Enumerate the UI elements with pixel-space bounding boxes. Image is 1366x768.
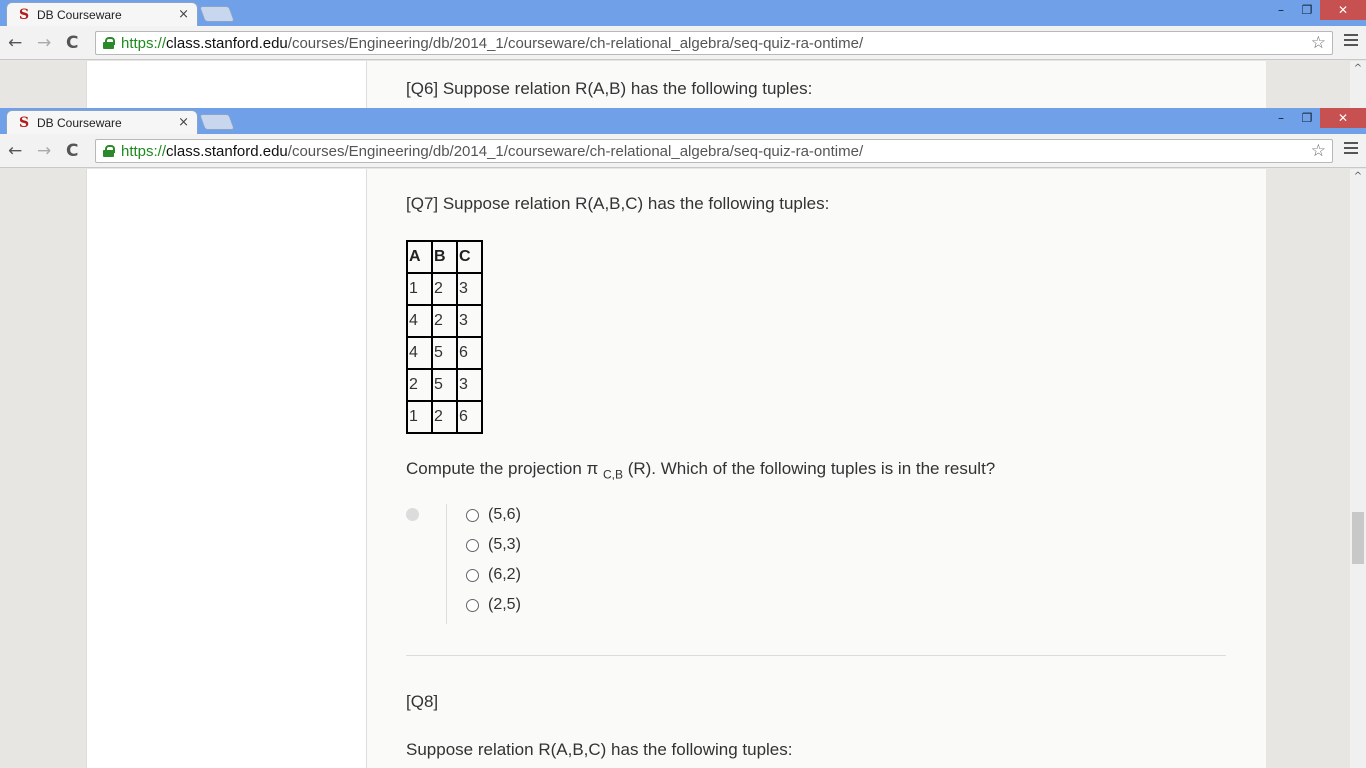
projection-subscript: C,B [602,467,623,482]
option-1[interactable]: (5,6) [466,506,521,524]
stanford-favicon-icon: S [19,114,30,131]
stanford-favicon-icon: S [19,6,30,23]
question-suffix: (R). Which of the following tuples is in… [622,459,996,478]
forward-icon[interactable]: → [37,33,51,53]
projection-question: Compute the projection π C,B (R). Which … [406,459,995,481]
scroll-up-icon[interactable]: ^ [1350,63,1366,74]
relation-table: A B C 1 2 3 4 2 3 4 5 6 2 5 3 1 2 6 [406,240,483,434]
question-separator [406,655,1226,656]
tab-close-icon[interactable]: × [178,115,189,130]
tab-strip: S DB Courseware × – ❐ ✕ [0,0,1366,26]
minimize-button[interactable]: – [1268,108,1294,128]
scroll-up-icon[interactable]: ^ [1350,171,1366,182]
table-row: 1 2 3 [406,272,483,306]
table-cell: 3 [456,272,483,306]
window-controls: – ❐ ✕ [1268,0,1366,20]
browser-window-front: S DB Courseware × – ❐ ✕ ← → C https://cl… [0,108,1366,168]
table-cell: 3 [456,368,483,402]
question-prefix: Compute the projection π [406,459,599,478]
table-row: 2 5 3 [406,368,483,402]
table-cell: 6 [456,336,483,370]
scroll-thumb[interactable] [1352,512,1364,564]
scrollbar-back[interactable]: ^ [1350,61,1366,108]
tab-title: DB Courseware [37,7,122,22]
table-row: 4 5 6 [406,336,483,370]
table-row: 4 2 3 [406,304,483,338]
close-window-button[interactable]: ✕ [1320,0,1366,20]
table-cell: 5 [431,368,458,402]
url-text: https://class.stanford.edu/courses/Engin… [121,142,864,160]
table-header-cell: A [406,240,433,274]
url-text: https://class.stanford.edu/courses/Engin… [121,34,864,52]
close-window-button[interactable]: ✕ [1320,108,1366,128]
table-cell: 1 [406,272,433,306]
option-4[interactable]: (2,5) [466,596,521,614]
radio-button[interactable] [466,538,479,552]
reload-icon[interactable]: C [66,141,78,161]
window-controls: – ❐ ✕ [1268,108,1366,128]
table-cell: 1 [406,400,433,434]
menu-icon[interactable] [1344,34,1358,49]
table-header-cell: C [456,240,483,274]
tab-close-icon[interactable]: × [178,7,189,22]
reload-icon[interactable]: C [66,33,78,53]
option-label: (6,2) [488,566,521,583]
radio-button[interactable] [466,508,479,522]
table-cell: 4 [406,336,433,370]
table-cell: 4 [406,304,433,338]
table-row: 1 2 6 [406,400,483,434]
restore-button[interactable]: ❐ [1294,0,1320,20]
question-7-text: [Q7] Suppose relation R(A,B,C) has the f… [406,194,830,213]
browser-toolbar: ← → C https://class.stanford.edu/courses… [0,134,1366,168]
new-tab-button[interactable] [199,114,235,130]
tab-strip: S DB Courseware × – ❐ ✕ [0,108,1366,134]
lock-icon [103,37,115,49]
tab-db-courseware[interactable]: S DB Courseware × [6,2,198,26]
radio-button[interactable] [466,598,479,612]
restore-button[interactable]: ❐ [1294,108,1320,128]
question-8-text: Suppose relation R(A,B,C) has the follow… [406,740,793,759]
new-tab-button[interactable] [199,6,235,22]
question-8-label: [Q8] [406,692,439,711]
answer-status-indicator [406,508,419,521]
bookmark-star-icon[interactable]: ☆ [1311,33,1326,53]
table-cell: 6 [456,400,483,434]
browser-toolbar: ← → C https://class.stanford.edu/courses… [0,26,1366,60]
question-6-text: [Q6] Suppose relation R(A,B) has the fol… [406,79,813,98]
table-header-cell: B [431,240,458,274]
table-cell: 2 [431,400,458,434]
option-label: (2,5) [488,596,521,613]
option-2[interactable]: (5,3) [466,536,521,554]
lock-icon [103,145,115,157]
table-cell: 2 [431,304,458,338]
scrollbar[interactable]: ^ [1350,169,1366,768]
table-cell: 5 [431,336,458,370]
option-label: (5,3) [488,536,521,553]
radio-button[interactable] [466,568,479,582]
forward-icon[interactable]: → [37,141,51,161]
browser-window-back: S DB Courseware × – ❐ ✕ ← → C https://cl… [0,0,1366,60]
back-icon[interactable]: ← [8,141,22,161]
tab-title: DB Courseware [37,115,122,130]
address-bar[interactable]: https://class.stanford.edu/courses/Engin… [95,139,1333,163]
menu-icon[interactable] [1344,142,1358,157]
table-header-row: A B C [406,240,483,274]
bookmark-star-icon[interactable]: ☆ [1311,141,1326,161]
table-cell: 3 [456,304,483,338]
table-cell: 2 [431,272,458,306]
tab-db-courseware[interactable]: S DB Courseware × [6,110,198,134]
minimize-button[interactable]: – [1268,0,1294,20]
address-bar[interactable]: https://class.stanford.edu/courses/Engin… [95,31,1333,55]
table-cell: 2 [406,368,433,402]
option-3[interactable]: (6,2) [466,566,521,584]
options-divider [446,504,447,624]
option-label: (5,6) [488,506,521,523]
back-icon[interactable]: ← [8,33,22,53]
